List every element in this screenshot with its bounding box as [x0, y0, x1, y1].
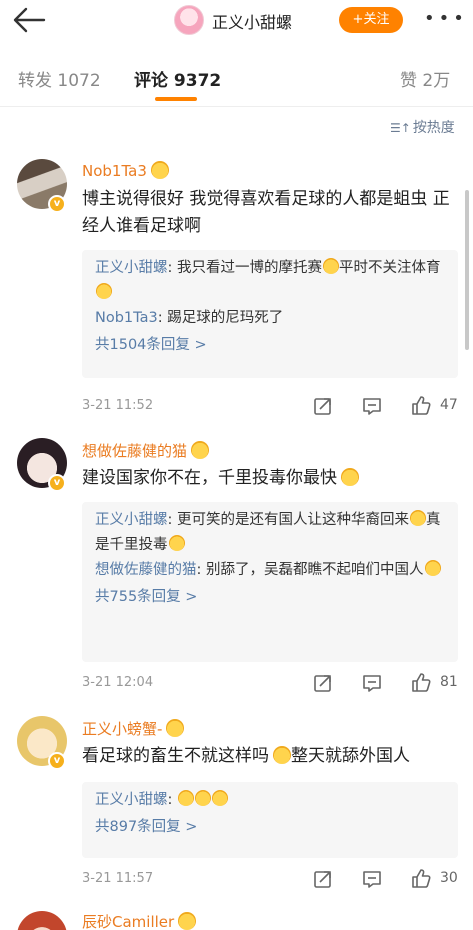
reply-username[interactable]: 正义小甜螺	[95, 792, 168, 808]
divider	[0, 106, 473, 107]
repost-icon[interactable]	[312, 868, 334, 890]
reply-text: : 别舔了，吴磊都瞧不起咱们中国人	[196, 562, 424, 578]
reply-username[interactable]: Nob1Ta3	[95, 310, 158, 326]
comment-icon[interactable]	[361, 672, 383, 694]
reply-username[interactable]: 正义小甜螺	[95, 512, 168, 528]
tab-repost[interactable]: 转发 1072	[18, 66, 101, 91]
tab-comment[interactable]: 评论 9372	[134, 66, 221, 91]
reply-item[interactable]: Nob1Ta3: 踢足球的尼玛死了	[95, 306, 445, 331]
blogger-avatar[interactable]	[174, 5, 204, 35]
emoji-icon	[195, 790, 211, 806]
verified-badge-icon: v	[48, 752, 66, 770]
sort-label: 按热度	[412, 120, 455, 136]
emoji-icon	[410, 510, 426, 526]
tab-bar: 转发 1072 评论 9372 赞 2万	[0, 56, 473, 102]
top-bar: 正义小甜螺 +关注 •••	[0, 0, 473, 40]
comment-text: 博主说得很好 我觉得喜欢看足球的人都是蛆虫 正经人谁看足球啊	[82, 189, 450, 236]
avatar[interactable]	[17, 911, 67, 930]
reply-item[interactable]: 想做佐藤健的猫: 别舔了，吴磊都瞧不起咱们中国人	[95, 558, 445, 583]
reply-count-link[interactable]: 共755条回复 >	[95, 583, 445, 611]
back-arrow-icon[interactable]	[10, 4, 50, 36]
repost-icon[interactable]	[312, 672, 334, 694]
follow-button[interactable]: +关注	[339, 7, 403, 33]
verified-badge-icon: v	[48, 474, 66, 492]
comment-username[interactable]: Nob1Ta3	[82, 161, 169, 180]
reply-item[interactable]: 正义小甜螺: 更可笑的是还有国人让这种华裔回来 真是千里投毒	[95, 508, 445, 558]
page-title: 正义小甜螺	[212, 13, 293, 32]
comment-username[interactable]: 正义小螃蟹-	[82, 718, 185, 739]
like-icon[interactable]	[410, 394, 432, 416]
comment-text: 看足球的畜生不就这样吗 整天就舔外国人	[82, 746, 410, 766]
comment-icon[interactable]	[361, 395, 383, 417]
reply-item[interactable]: 正义小甜螺: 我只看过一博的摩托赛 平时不关注体育	[95, 256, 445, 306]
reply-item[interactable]: 正义小甜螺:	[95, 788, 445, 813]
comment-item: 辰砂Camiller	[0, 905, 473, 930]
member-badge-icon	[150, 161, 169, 179]
comment-time: 3-21 12:04	[82, 675, 154, 690]
member-badge-icon	[178, 912, 197, 930]
reply-text: :	[167, 792, 177, 808]
reply-username[interactable]: 想做佐藤健的猫	[95, 562, 197, 578]
like-icon[interactable]	[410, 867, 432, 889]
more-dots-icon[interactable]: •••	[424, 6, 464, 34]
emoji-icon	[424, 560, 441, 576]
member-badge-icon	[166, 719, 185, 737]
reply-box[interactable]: 正义小甜螺: 我只看过一博的摩托赛 平时不关注体育 Nob1Ta3: 踢足球的尼玛…	[82, 250, 458, 378]
like-count: 81	[440, 674, 458, 690]
comment-time: 3-21 11:52	[82, 398, 154, 413]
emoji-icon	[96, 283, 112, 299]
tab-like[interactable]: 赞 2万	[400, 66, 450, 91]
comment-text: 建设国家你不在，千里投毒你最快	[82, 465, 452, 492]
sort-toggle[interactable]: ☰↑ 按热度	[390, 117, 455, 137]
comment-username[interactable]: 辰砂Camiller	[82, 911, 197, 930]
member-badge-icon	[191, 441, 210, 459]
like-icon[interactable]	[410, 671, 432, 693]
emoji-icon	[212, 790, 228, 806]
reply-count-link[interactable]: 共897条回复 >	[95, 813, 445, 841]
verified-badge-icon: v	[48, 195, 66, 213]
comment-icon[interactable]	[361, 868, 383, 890]
reply-count-link[interactable]: 共1504条回复 >	[95, 331, 445, 359]
comment-time: 3-21 11:57	[82, 871, 154, 886]
emoji-icon	[323, 258, 339, 274]
sort-icon: ☰↑	[390, 121, 411, 135]
like-count: 47	[440, 397, 458, 413]
reply-text: : 我只看过一博的摩托赛	[167, 260, 323, 276]
smile-emoji-icon	[341, 468, 359, 486]
reply-username[interactable]: 正义小甜螺	[95, 260, 168, 276]
crying-emoji-icon	[273, 746, 291, 764]
emoji-icon	[178, 790, 194, 806]
active-tab-indicator	[155, 97, 197, 101]
comment-username[interactable]: 想做佐藤健的猫	[82, 440, 210, 461]
emoji-icon	[168, 535, 185, 551]
reply-text: 平时不关注体育	[339, 260, 441, 276]
reply-text: : 踢足球的尼玛死了	[157, 310, 284, 326]
reply-text: : 更可笑的是还有国人让这种华裔回来	[167, 512, 410, 528]
reply-box[interactable]: 正义小甜螺: 共897条回复 >	[82, 782, 458, 858]
reply-box[interactable]: 正义小甜螺: 更可笑的是还有国人让这种华裔回来 真是千里投毒 想做佐藤健的猫: 别…	[82, 502, 458, 662]
repost-icon[interactable]	[312, 395, 334, 417]
scrollbar[interactable]	[465, 190, 469, 350]
like-count: 30	[440, 870, 458, 886]
